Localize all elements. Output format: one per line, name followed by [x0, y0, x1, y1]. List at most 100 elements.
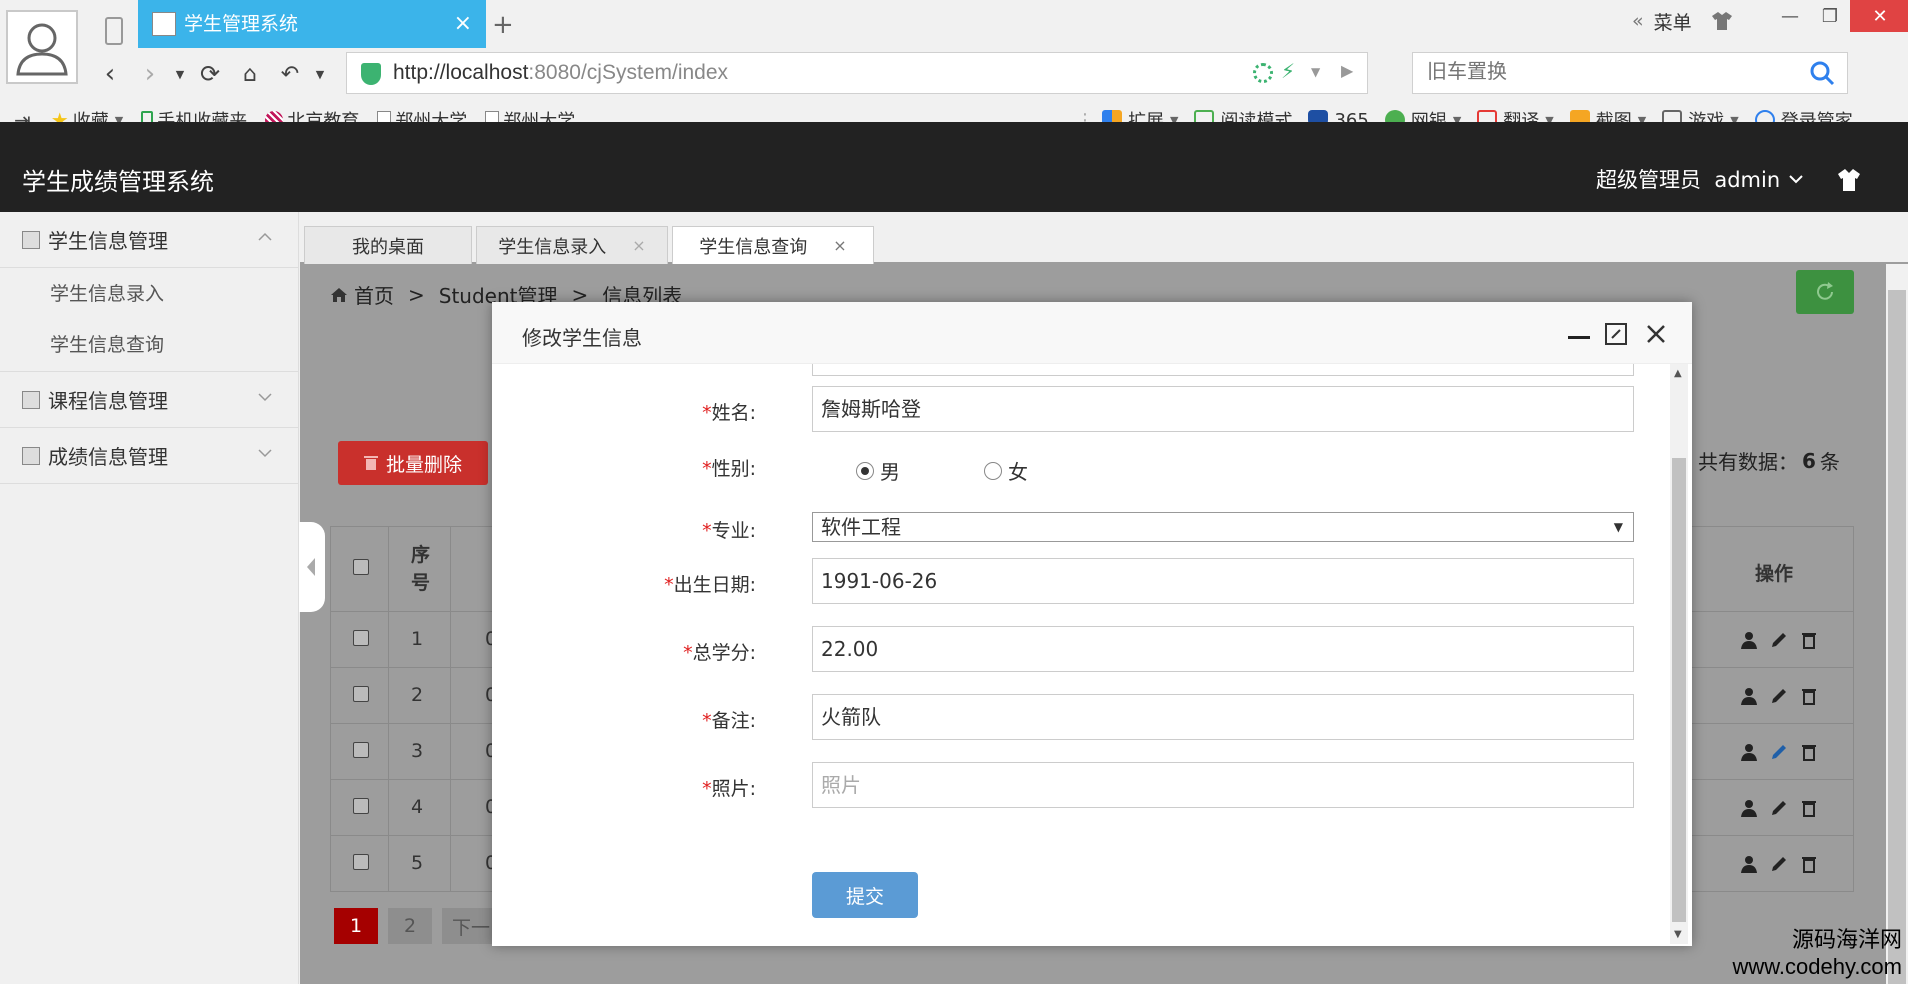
minimize-icon[interactable]: [1566, 322, 1592, 344]
row-checkbox[interactable]: [353, 686, 369, 702]
page-scrollbar-thumb[interactable]: [1888, 290, 1906, 984]
sidebar-group-student[interactable]: 学生信息管理: [0, 212, 298, 268]
row-checkbox[interactable]: [353, 742, 369, 758]
note-input[interactable]: 火箭队: [812, 694, 1634, 740]
browser-tab-active[interactable]: 学生管理系统 ×: [138, 0, 486, 48]
minimize-window-icon[interactable]: —: [1770, 0, 1810, 32]
row-actions: [1739, 630, 1819, 650]
lightning-icon[interactable]: ⚡: [1281, 59, 1295, 83]
restore-window-icon[interactable]: ❐: [1810, 0, 1850, 32]
user-icon[interactable]: [1739, 630, 1759, 650]
forward-icon[interactable]: ›: [130, 54, 170, 94]
row-checkbox[interactable]: [353, 798, 369, 814]
user-avatar-icon[interactable]: [6, 10, 78, 84]
search-input[interactable]: [1427, 61, 1787, 84]
edit-icon[interactable]: [1769, 630, 1789, 650]
sidebar-collapse-toggle[interactable]: [299, 522, 325, 612]
user-icon[interactable]: [1739, 686, 1759, 706]
form-row-credits: *总学分: 22.00: [492, 626, 1668, 672]
credits-input[interactable]: 22.00: [812, 626, 1634, 672]
app-header: 学生成绩管理系统 超级管理员 admin: [0, 122, 1908, 212]
header-ops: 操作: [1755, 563, 1794, 585]
home-icon[interactable]: ⌂: [230, 54, 270, 94]
tab-student-entry[interactable]: 学生信息录入 ×: [476, 226, 668, 264]
edit-icon[interactable]: [1769, 686, 1789, 706]
breadcrumb-home[interactable]: 首页: [354, 280, 394, 309]
select-all-checkbox[interactable]: [353, 559, 369, 575]
tab-close-icon[interactable]: ×: [454, 0, 472, 48]
undo-dropdown-icon[interactable]: ▼: [310, 54, 330, 94]
sidebar-group-grades[interactable]: 成绩信息管理: [0, 428, 298, 484]
maximize-icon[interactable]: [1604, 322, 1628, 346]
chevron-down-icon: [1788, 173, 1804, 185]
browser-menu[interactable]: « 菜单: [1632, 6, 1734, 36]
mobile-icon[interactable]: [96, 14, 132, 48]
gender-male-radio[interactable]: 男: [856, 456, 900, 485]
tab-student-query[interactable]: 学生信息查询 ×: [672, 226, 874, 264]
history-dropdown-icon[interactable]: ▼: [170, 54, 190, 94]
scroll-down-icon[interactable]: ▼: [1674, 929, 1682, 940]
chevron-down-icon: [258, 446, 272, 460]
tab-desktop[interactable]: 我的桌面: [304, 226, 472, 264]
address-bar[interactable]: http://localhost:8080/cjSystem/index ⚡ ▼…: [346, 52, 1368, 94]
trash-icon[interactable]: [1799, 742, 1819, 762]
user-icon[interactable]: [1739, 742, 1759, 762]
close-icon[interactable]: ×: [632, 236, 645, 255]
bulk-delete-button[interactable]: 批量删除: [338, 441, 488, 485]
photo-input[interactable]: 照片: [812, 762, 1634, 808]
user-icon[interactable]: [1739, 854, 1759, 874]
sidebar-group-course[interactable]: 课程信息管理: [0, 372, 298, 428]
submit-button[interactable]: 提交: [812, 872, 918, 918]
edit-icon[interactable]: [1769, 798, 1789, 818]
user-menu[interactable]: 超级管理员 admin: [1596, 164, 1804, 194]
trash-icon[interactable]: [1799, 854, 1819, 874]
edit-icon[interactable]: [1769, 742, 1789, 762]
trash-icon[interactable]: [1799, 686, 1819, 706]
modal-title: 修改学生信息: [522, 326, 642, 350]
total-suffix: 条: [1819, 450, 1840, 474]
sidebar-item-student-entry[interactable]: 学生信息录入: [0, 268, 298, 316]
scroll-up-icon[interactable]: ▲: [1674, 368, 1682, 379]
sidebar-item-student-query[interactable]: 学生信息查询: [0, 316, 298, 372]
pagination: 1 2 下一: [334, 908, 510, 944]
form-row-gender: *性别: 男 女: [492, 442, 1668, 488]
undo-icon[interactable]: ↶: [270, 54, 310, 94]
total-number: 6: [1802, 448, 1816, 473]
close-window-icon[interactable]: ✕: [1850, 0, 1908, 32]
url-dropdown-icon[interactable]: ▼: [1311, 65, 1320, 79]
user-icon[interactable]: [1739, 798, 1759, 818]
gender-female-radio[interactable]: 女: [984, 456, 1028, 485]
name-input[interactable]: 詹姆斯哈登: [812, 386, 1634, 432]
major-select[interactable]: 软件工程 ▼: [812, 512, 1634, 542]
new-tab-icon[interactable]: +: [492, 10, 522, 40]
student-id-input[interactable]: 0140000: [812, 364, 1634, 376]
skin-icon[interactable]: [1836, 168, 1862, 192]
row-actions: [1739, 686, 1819, 706]
page-2-button[interactable]: 2: [388, 908, 432, 944]
go-icon[interactable]: ▶: [1341, 61, 1353, 80]
trash-icon[interactable]: [1799, 630, 1819, 650]
page-1-button[interactable]: 1: [334, 908, 378, 944]
modal-scrollbar-thumb[interactable]: [1672, 458, 1686, 922]
search-icon[interactable]: [1797, 53, 1847, 93]
close-icon[interactable]: ×: [833, 236, 846, 255]
row-checkbox[interactable]: [353, 854, 369, 870]
app-title: 学生成绩管理系统: [22, 168, 214, 196]
sidebar-group-label: 学生信息管理: [48, 229, 168, 253]
edit-icon[interactable]: [1769, 854, 1789, 874]
close-icon[interactable]: [1644, 322, 1668, 346]
tab-title: 学生管理系统: [184, 13, 299, 35]
refresh-button[interactable]: [1796, 270, 1854, 314]
required-mark: *: [664, 574, 674, 596]
back-icon[interactable]: ‹: [90, 54, 130, 94]
breadcrumb-sep: >: [408, 282, 425, 307]
label-text: 性别:: [711, 458, 756, 480]
reload-icon[interactable]: ⟳: [190, 54, 230, 94]
row-checkbox[interactable]: [353, 630, 369, 646]
modal-scrollbar[interactable]: ▲ ▼: [1670, 364, 1688, 944]
skin-icon[interactable]: [1710, 11, 1734, 31]
birth-date-input[interactable]: 1991-06-26: [812, 558, 1634, 604]
trash-icon[interactable]: [1799, 798, 1819, 818]
url-text[interactable]: http://localhost:8080/cjSystem/index: [393, 61, 728, 85]
name-label: *姓名:: [492, 398, 756, 425]
